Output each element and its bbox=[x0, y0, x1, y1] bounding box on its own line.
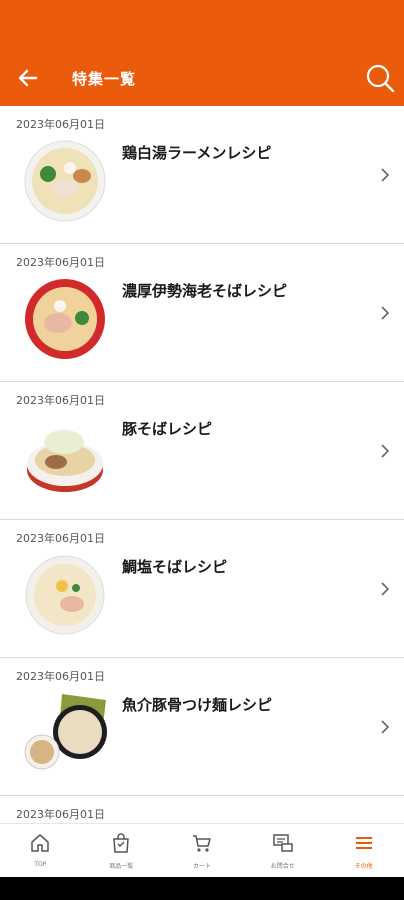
home-icon bbox=[31, 834, 50, 852]
ramen-thumbnail bbox=[24, 140, 106, 222]
feature-list[interactable]: 2023年06月01日 鶏白湯ラーメンレシピ 2023年06月01日 濃厚伊勢海… bbox=[0, 106, 404, 823]
menu-icon bbox=[355, 837, 372, 849]
tab-label: お問合せ bbox=[270, 863, 295, 870]
tab-label: TOP bbox=[34, 861, 47, 868]
tab-label: カート bbox=[192, 863, 211, 870]
item-title: 鶏白湯ラーメンレシピ bbox=[122, 144, 272, 162]
system-navigation-bar bbox=[0, 877, 404, 900]
item-title: 鯛塩そばレシピ bbox=[122, 558, 228, 576]
shopping-bag-icon bbox=[113, 833, 129, 853]
app-header: 特集一覧 bbox=[0, 0, 404, 106]
list-item[interactable]: 2023年06月01日 bbox=[0, 796, 404, 823]
chevron-right-icon bbox=[381, 582, 390, 596]
ramen-thumbnail bbox=[24, 694, 107, 770]
arrow-left-icon bbox=[18, 69, 38, 87]
item-date: 2023年06月01日 bbox=[16, 256, 105, 269]
item-title: 豚そばレシピ bbox=[122, 420, 213, 438]
page-title: 特集一覧 bbox=[72, 70, 137, 88]
tab-products[interactable]: 商品一覧 bbox=[81, 824, 162, 877]
tab-label: その他 bbox=[354, 863, 373, 870]
item-date: 2023年06月01日 bbox=[16, 532, 105, 545]
item-title: 魚介豚骨つけ麺レシピ bbox=[122, 696, 273, 714]
list-item[interactable]: 2023年06月01日 濃厚伊勢海老そばレシピ bbox=[0, 244, 404, 382]
chevron-right-icon bbox=[381, 168, 390, 182]
chevron-right-icon bbox=[381, 720, 390, 734]
ramen-thumbnail bbox=[27, 430, 103, 492]
ramen-thumbnail bbox=[25, 555, 105, 635]
tab-contact[interactable]: お問合せ bbox=[242, 824, 323, 877]
tab-other[interactable]: その他 bbox=[323, 824, 404, 877]
bottom-tab-bar: TOP 商品一覧 カート お問合せ その他 bbox=[0, 823, 404, 877]
search-button[interactable] bbox=[364, 62, 396, 94]
tab-top[interactable]: TOP bbox=[0, 824, 81, 877]
list-item[interactable]: 2023年06月01日 鶏白湯ラーメンレシピ bbox=[0, 106, 404, 244]
ramen-thumbnail bbox=[25, 279, 105, 359]
item-date: 2023年06月01日 bbox=[16, 394, 105, 407]
contact-icon bbox=[273, 834, 293, 852]
tab-cart[interactable]: カート bbox=[162, 824, 243, 877]
chevron-right-icon bbox=[381, 306, 390, 320]
tab-label: 商品一覧 bbox=[109, 863, 134, 870]
item-date: 2023年06月01日 bbox=[16, 670, 105, 683]
list-item[interactable]: 2023年06月01日 魚介豚骨つけ麺レシピ bbox=[0, 658, 404, 796]
list-item[interactable]: 2023年06月01日 豚そばレシピ bbox=[0, 382, 404, 520]
cart-icon bbox=[192, 835, 211, 852]
back-button[interactable] bbox=[14, 64, 44, 92]
search-icon bbox=[366, 64, 395, 93]
chevron-right-icon bbox=[381, 444, 390, 458]
item-date: 2023年06月01日 bbox=[16, 118, 105, 131]
item-date: 2023年06月01日 bbox=[16, 808, 105, 821]
item-title: 濃厚伊勢海老そばレシピ bbox=[122, 282, 288, 300]
list-item[interactable]: 2023年06月01日 鯛塩そばレシピ bbox=[0, 520, 404, 658]
